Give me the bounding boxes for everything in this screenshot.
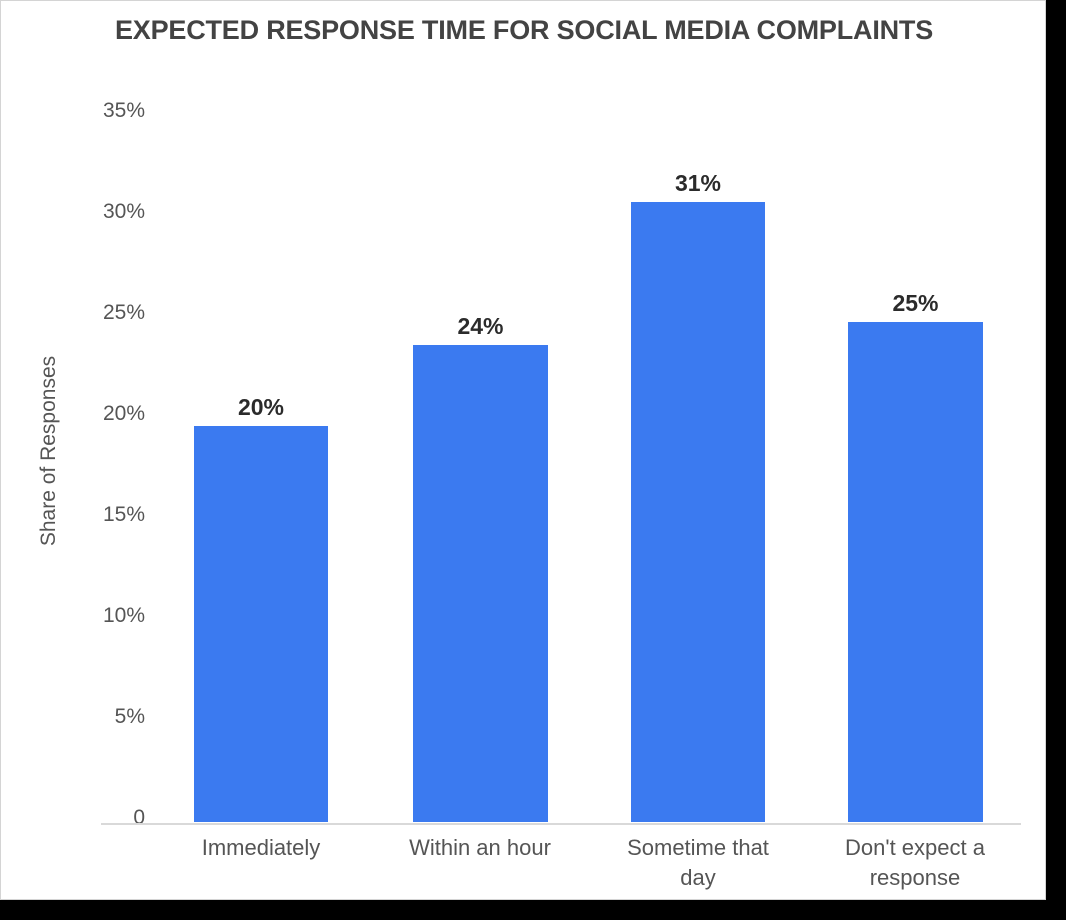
bar-dont-expect-a-response[interactable] (848, 322, 983, 822)
bar-value-label: 20% (237, 394, 285, 420)
y-axis-title: Share of Responses (37, 355, 60, 547)
x-tick-label-immediately: Immediately (166, 833, 356, 863)
x-tick-label-line: day (680, 864, 716, 890)
x-tick-label-sometime-that-day: Sometime that day (603, 833, 793, 893)
y-tick-label: 30% (102, 200, 145, 223)
x-axis-line (101, 823, 1021, 825)
x-tick-label-line: Sometime that (627, 835, 769, 860)
bar-sometime-that-day[interactable] (631, 202, 765, 822)
chart-page: EXPECTED RESPONSE TIME FOR SOCIAL MEDIA … (0, 0, 1066, 920)
bar-within-an-hour[interactable] (413, 345, 548, 822)
y-tick-label: 10% (102, 604, 145, 627)
y-tick-label: 20% (102, 402, 145, 425)
x-tick-label-line: Within an hour (409, 835, 551, 860)
y-tick-label: 35% (102, 99, 145, 122)
x-tick-label-line: response (869, 864, 961, 890)
bar-immediately[interactable] (194, 426, 328, 822)
y-tick-label: 25% (102, 301, 145, 324)
x-tick-label-within-an-hour: Within an hour (385, 833, 575, 863)
x-tick-label-dont-expect-a-response: Don't expect a response (820, 833, 1010, 893)
bar-value-label: 25% (892, 290, 939, 316)
bar-value-label: 24% (457, 313, 504, 339)
bar-value-label: 31% (674, 170, 722, 196)
plot-area: Share of Responses 35% 30% 25% 20% 15% 1… (1, 1, 1045, 899)
page-edge-bottom (0, 900, 1066, 920)
y-tick-label: 15% (102, 503, 145, 526)
y-tick-label: 5% (114, 705, 145, 728)
x-tick-label-line: Don't expect a (845, 835, 985, 860)
page-edge-right (1046, 0, 1066, 920)
x-tick-label-line: Immediately (201, 835, 321, 860)
chart-canvas: EXPECTED RESPONSE TIME FOR SOCIAL MEDIA … (0, 0, 1046, 900)
